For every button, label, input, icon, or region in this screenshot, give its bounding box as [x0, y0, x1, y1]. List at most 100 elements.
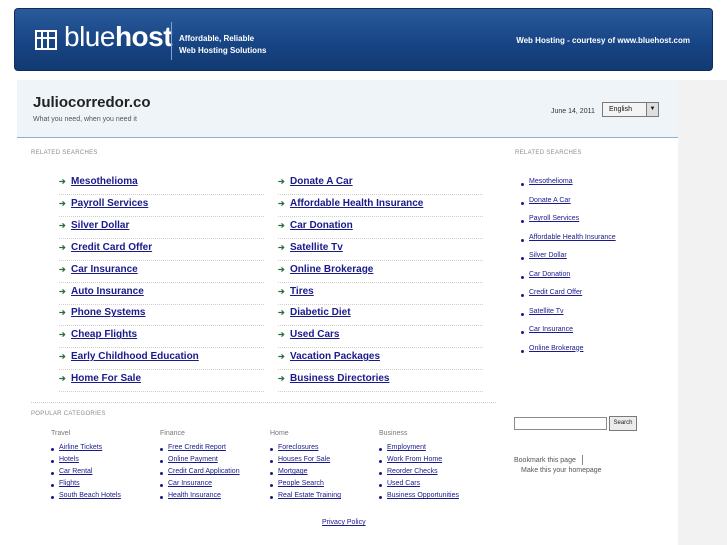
related-search-item[interactable]: ➔ Used Cars: [278, 326, 483, 349]
category-link[interactable]: Mortgage: [278, 468, 308, 475]
category-link[interactable]: Real Estate Training: [278, 492, 341, 499]
related-search-item[interactable]: ➔ Car Donation: [278, 217, 483, 239]
related-search-link[interactable]: Used Cars: [290, 329, 339, 340]
related-search-link[interactable]: Cheap Flights: [71, 329, 137, 340]
privacy-policy-link[interactable]: Privacy Policy: [322, 519, 366, 526]
sidebar-link[interactable]: Car Donation: [529, 271, 570, 278]
related-search-item[interactable]: ➔ Phone Systems: [59, 304, 264, 327]
chevron-down-icon[interactable]: ▼: [646, 103, 658, 116]
category-link-item[interactable]: Work From Home: [379, 455, 489, 467]
category-link-item[interactable]: Business Opportunities: [379, 491, 489, 503]
related-search-item[interactable]: ➔ Car Insurance: [59, 261, 264, 283]
sidebar-link[interactable]: Car Insurance: [529, 326, 573, 333]
category-link-item[interactable]: Car Rental: [51, 467, 161, 479]
category-link-item[interactable]: Car Insurance: [160, 479, 270, 491]
category-link[interactable]: Health Insurance: [168, 492, 221, 499]
category-link[interactable]: Online Payment: [168, 456, 218, 463]
category-link[interactable]: Free Credit Report: [168, 444, 226, 451]
category-link-item[interactable]: Employment: [379, 443, 489, 455]
related-search-link[interactable]: Affordable Health Insurance: [290, 198, 423, 209]
language-select[interactable]: English ▼: [602, 102, 659, 117]
category-link[interactable]: Car Insurance: [168, 480, 212, 487]
related-search-link[interactable]: Car Insurance: [71, 264, 138, 275]
related-search-item[interactable]: ➔ Affordable Health Insurance: [278, 195, 483, 217]
category-link-item[interactable]: Mortgage: [270, 467, 380, 479]
related-search-item[interactable]: ➔ Donate A Car: [278, 173, 483, 195]
related-search-link[interactable]: Car Donation: [290, 220, 353, 231]
search-button[interactable]: Search: [609, 416, 637, 431]
related-search-item[interactable]: ➔ Diabetic Diet: [278, 304, 483, 327]
category-link[interactable]: People Search: [278, 480, 324, 487]
category-link[interactable]: Flights: [59, 480, 80, 487]
related-search-item[interactable]: ➔ Silver Dollar: [59, 217, 264, 239]
related-search-link[interactable]: Tires: [290, 286, 314, 297]
category-link-item[interactable]: Health Insurance: [160, 491, 270, 503]
related-search-link[interactable]: Payroll Services: [71, 198, 148, 209]
category-link-item[interactable]: Flights: [51, 479, 161, 491]
category-link-item[interactable]: Reorder Checks: [379, 467, 489, 479]
sidebar-item[interactable]: Car Insurance: [521, 325, 671, 343]
related-search-link[interactable]: Vacation Packages: [290, 351, 380, 362]
related-search-item[interactable]: ➔ Credit Card Offer: [59, 239, 264, 261]
related-search-item[interactable]: ➔ Cheap Flights: [59, 326, 264, 349]
category-link[interactable]: Employment: [387, 444, 426, 451]
related-search-link[interactable]: Phone Systems: [71, 307, 145, 318]
category-link-item[interactable]: Houses For Sale: [270, 455, 380, 467]
sidebar-item[interactable]: Satellite Tv: [521, 307, 671, 325]
sidebar-link[interactable]: Silver Dollar: [529, 252, 567, 259]
related-search-link[interactable]: Mesothelioma: [71, 176, 138, 187]
related-search-item[interactable]: ➔ Payroll Services: [59, 195, 264, 217]
category-link[interactable]: South Beach Hotels: [59, 492, 121, 499]
related-search-link[interactable]: Auto Insurance: [71, 286, 144, 297]
sidebar-item[interactable]: Car Donation: [521, 270, 671, 288]
category-link-item[interactable]: Online Payment: [160, 455, 270, 467]
related-search-item[interactable]: ➔ Satellite Tv: [278, 239, 483, 261]
search-input[interactable]: [514, 417, 607, 430]
sidebar-item[interactable]: Online Brokerage: [521, 344, 671, 362]
category-link[interactable]: Work From Home: [387, 456, 442, 463]
category-link-item[interactable]: Free Credit Report: [160, 443, 270, 455]
related-search-item[interactable]: ➔ Auto Insurance: [59, 283, 264, 305]
sidebar-item[interactable]: Affordable Health Insurance: [521, 233, 671, 251]
sidebar-link[interactable]: Satellite Tv: [529, 308, 564, 315]
related-search-item[interactable]: ➔ Vacation Packages: [278, 348, 483, 371]
sidebar-link[interactable]: Online Brokerage: [529, 345, 583, 352]
category-link[interactable]: Car Rental: [59, 468, 92, 475]
related-search-link[interactable]: Business Directories: [290, 373, 390, 384]
bluehost-logo[interactable]: bluehost: [64, 21, 173, 53]
sidebar-link[interactable]: Payroll Services: [529, 215, 579, 222]
sidebar-link[interactable]: Donate A Car: [529, 197, 571, 204]
category-link-item[interactable]: Hotels: [51, 455, 161, 467]
category-link[interactable]: Reorder Checks: [387, 468, 438, 475]
homepage-link[interactable]: Make this your homepage: [521, 467, 602, 474]
sidebar-link[interactable]: Affordable Health Insurance: [529, 234, 616, 241]
related-search-item[interactable]: ➔ Mesothelioma: [59, 173, 264, 195]
category-link-item[interactable]: Used Cars: [379, 479, 489, 491]
related-search-item[interactable]: ➔ Tires: [278, 283, 483, 305]
sidebar-item[interactable]: Donate A Car: [521, 196, 671, 214]
related-search-item[interactable]: ➔ Home For Sale: [59, 370, 264, 393]
related-search-link[interactable]: Diabetic Diet: [290, 307, 351, 318]
bookmark-link[interactable]: Bookmark this page: [514, 457, 576, 464]
category-link-item[interactable]: Foreclosures: [270, 443, 380, 455]
related-search-link[interactable]: Satellite Tv: [290, 242, 343, 253]
category-link-item[interactable]: Airline Tickets: [51, 443, 161, 455]
banner-courtesy-text[interactable]: Web Hosting - courtesy of www.bluehost.c…: [516, 36, 690, 45]
category-link[interactable]: Credit Card Application: [168, 468, 240, 475]
sidebar-link[interactable]: Mesothelioma: [529, 178, 573, 185]
sidebar-item[interactable]: Payroll Services: [521, 214, 671, 232]
sidebar-item[interactable]: Silver Dollar: [521, 251, 671, 269]
related-search-link[interactable]: Credit Card Offer: [71, 242, 152, 253]
category-link-item[interactable]: Credit Card Application: [160, 467, 270, 479]
related-search-link[interactable]: Home For Sale: [71, 373, 141, 384]
category-link[interactable]: Used Cars: [387, 480, 420, 487]
sidebar-link[interactable]: Credit Card Offer: [529, 289, 582, 296]
related-search-item[interactable]: ➔ Online Brokerage: [278, 261, 483, 283]
related-search-link[interactable]: Online Brokerage: [290, 264, 373, 275]
related-search-item[interactable]: ➔ Business Directories: [278, 370, 483, 393]
sidebar-item[interactable]: Credit Card Offer: [521, 288, 671, 306]
category-link[interactable]: Business Opportunities: [387, 492, 459, 499]
category-link[interactable]: Hotels: [59, 456, 79, 463]
category-link[interactable]: Foreclosures: [278, 444, 318, 451]
category-link-item[interactable]: Real Estate Training: [270, 491, 380, 503]
